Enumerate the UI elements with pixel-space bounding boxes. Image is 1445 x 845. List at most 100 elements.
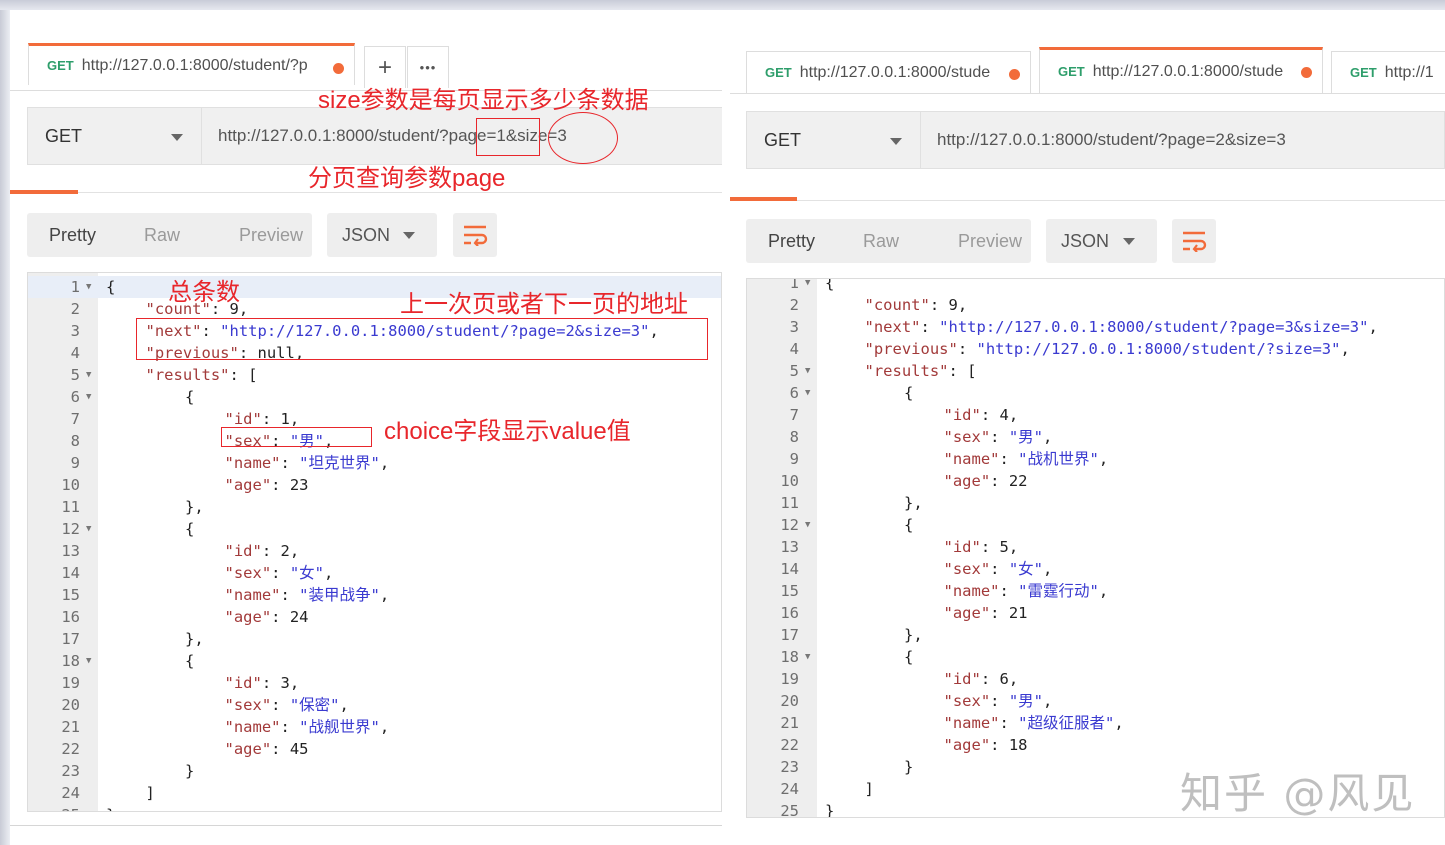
method-select[interactable]: GET [746,111,921,169]
line-number: 5 [70,366,80,384]
json-key: "id" [224,674,262,692]
json-key: "name" [943,450,1000,468]
fold-arrow-icon[interactable]: ▼ [86,650,91,672]
code-text: } [825,800,835,818]
json-punct: : 18 [990,736,1028,754]
json-string: "女" [289,564,325,582]
code-line: 5 ▼ "results": [ [747,360,1444,382]
code-text: ] [865,778,874,800]
tab-strip-line [730,93,1445,94]
json-key: "sex" [943,692,991,710]
unsaved-dot-icon [1009,69,1020,80]
json-punct: , [1043,428,1053,446]
json-punct: } [904,758,914,776]
fold-arrow-icon[interactable]: ▼ [86,386,91,408]
url-input[interactable]: http://127.0.0.1:8000/student/?page=2&si… [921,111,1445,169]
size-param-highlight-circle [548,112,618,164]
url-value: http://127.0.0.1:8000/student/?page=2&si… [937,130,1286,149]
active-section-underline [730,197,797,201]
json-punct: { [904,516,914,534]
code-line: 4 "previous": "http://127.0.0.1:8000/stud… [747,338,1444,360]
request-tab-1[interactable]: GET http://127.0.0.1:8000/stude [746,51,1031,93]
json-key: "name" [224,718,281,736]
line-number: 11 [780,494,799,512]
json-punct: } [825,802,835,818]
json-punct: , [1098,582,1109,600]
format-value: JSON [342,224,391,245]
line-number: 24 [61,784,80,802]
code-text: "sex": "女", [944,558,1053,580]
method-value: GET [764,129,802,150]
method-select[interactable]: GET [27,107,202,165]
format-select[interactable]: JSON [327,213,437,257]
request-tab[interactable]: GET http://127.0.0.1:8000/student/?p [28,43,355,85]
json-key: "name" [943,714,1000,732]
json-punct: : 45 [271,740,309,758]
fold-arrow-icon[interactable]: ▼ [86,364,91,386]
code-text: { [185,386,194,408]
code-line: 9 "name": "战机世界", [747,448,1444,470]
json-punct: , [1043,692,1053,710]
code-text: }, [185,496,204,518]
line-number: 23 [780,758,799,776]
pretty-tab[interactable]: Pretty [746,231,841,252]
line-number: 19 [61,674,80,692]
tab-method: GET [47,58,74,73]
preview-tab[interactable]: Preview [217,225,312,246]
code-text: "sex": "男", [944,426,1053,448]
code-text: }, [904,492,923,514]
url-input[interactable]: http://127.0.0.1:8000/student/?page=1&si… [202,107,722,165]
code-text: "name": "坦克世界", [225,452,390,474]
format-select[interactable]: JSON [1046,219,1157,263]
json-punct: : 4, [980,406,1019,424]
line-number: 9 [70,454,80,472]
code-text: "age": 21 [944,602,1028,624]
fold-arrow-icon[interactable]: ▼ [805,646,810,668]
json-punct: : 23 [271,476,309,494]
fold-arrow-icon[interactable]: ▼ [805,279,810,294]
json-key: "next" [864,318,921,336]
code-text: "results": [ [146,364,258,386]
line-number: 8 [70,432,80,450]
json-punct: : [990,692,1009,710]
annotation-page-param: 分页查询参数page [308,165,506,192]
line-number: 19 [780,670,799,688]
json-key: "results" [145,366,230,384]
preview-tab[interactable]: Preview [936,231,1031,252]
tab-method: GET [765,65,792,80]
fold-arrow-icon[interactable]: ▼ [86,276,91,298]
code-line: 19 "id": 3, [28,672,721,694]
code-line: 14 "sex": "女", [747,558,1444,580]
tab-url: http://127.0.0.1:8000/stude [1092,62,1284,80]
code-text: "age": 45 [225,738,309,760]
code-text: "age": 22 [944,470,1028,492]
fold-arrow-icon[interactable]: ▼ [86,518,91,540]
fold-arrow-icon[interactable]: ▼ [805,360,810,382]
fold-arrow-icon[interactable]: ▼ [805,514,810,536]
line-number: 6 [789,384,799,402]
json-punct: ] [145,784,155,802]
code-text: "previous": "http://127.0.0.1:8000/stude… [865,338,1350,360]
json-key: "sex" [943,560,991,578]
response-body[interactable]: 1 ▼ {2 "count": 9, 3 "next": "http://127.0.0.… [746,278,1445,818]
json-key: "sex" [943,428,991,446]
code-line: 13 "id": 2, [28,540,721,562]
request-tab-3[interactable]: GET http://1 [1331,51,1445,93]
code-line: 11}, [28,496,721,518]
raw-tab[interactable]: Raw [841,231,936,252]
unsaved-dot-icon [333,63,344,74]
pretty-tab[interactable]: Pretty [27,225,122,246]
page-param-highlight-box [476,118,540,156]
wrap-lines-button[interactable] [1172,219,1216,263]
fold-arrow-icon[interactable]: ▼ [805,382,810,404]
json-punct: , [324,564,334,582]
raw-tab[interactable]: Raw [122,225,217,246]
wrap-lines-button[interactable] [453,213,497,257]
unsaved-dot-icon [1301,67,1312,78]
section-divider [730,200,1445,201]
json-punct: , [339,696,349,714]
line-number: 11 [61,498,80,516]
request-tab-2[interactable]: GET http://127.0.0.1:8000/stude [1039,47,1323,93]
line-number: 2 [70,300,80,318]
json-punct: }, [904,494,923,512]
